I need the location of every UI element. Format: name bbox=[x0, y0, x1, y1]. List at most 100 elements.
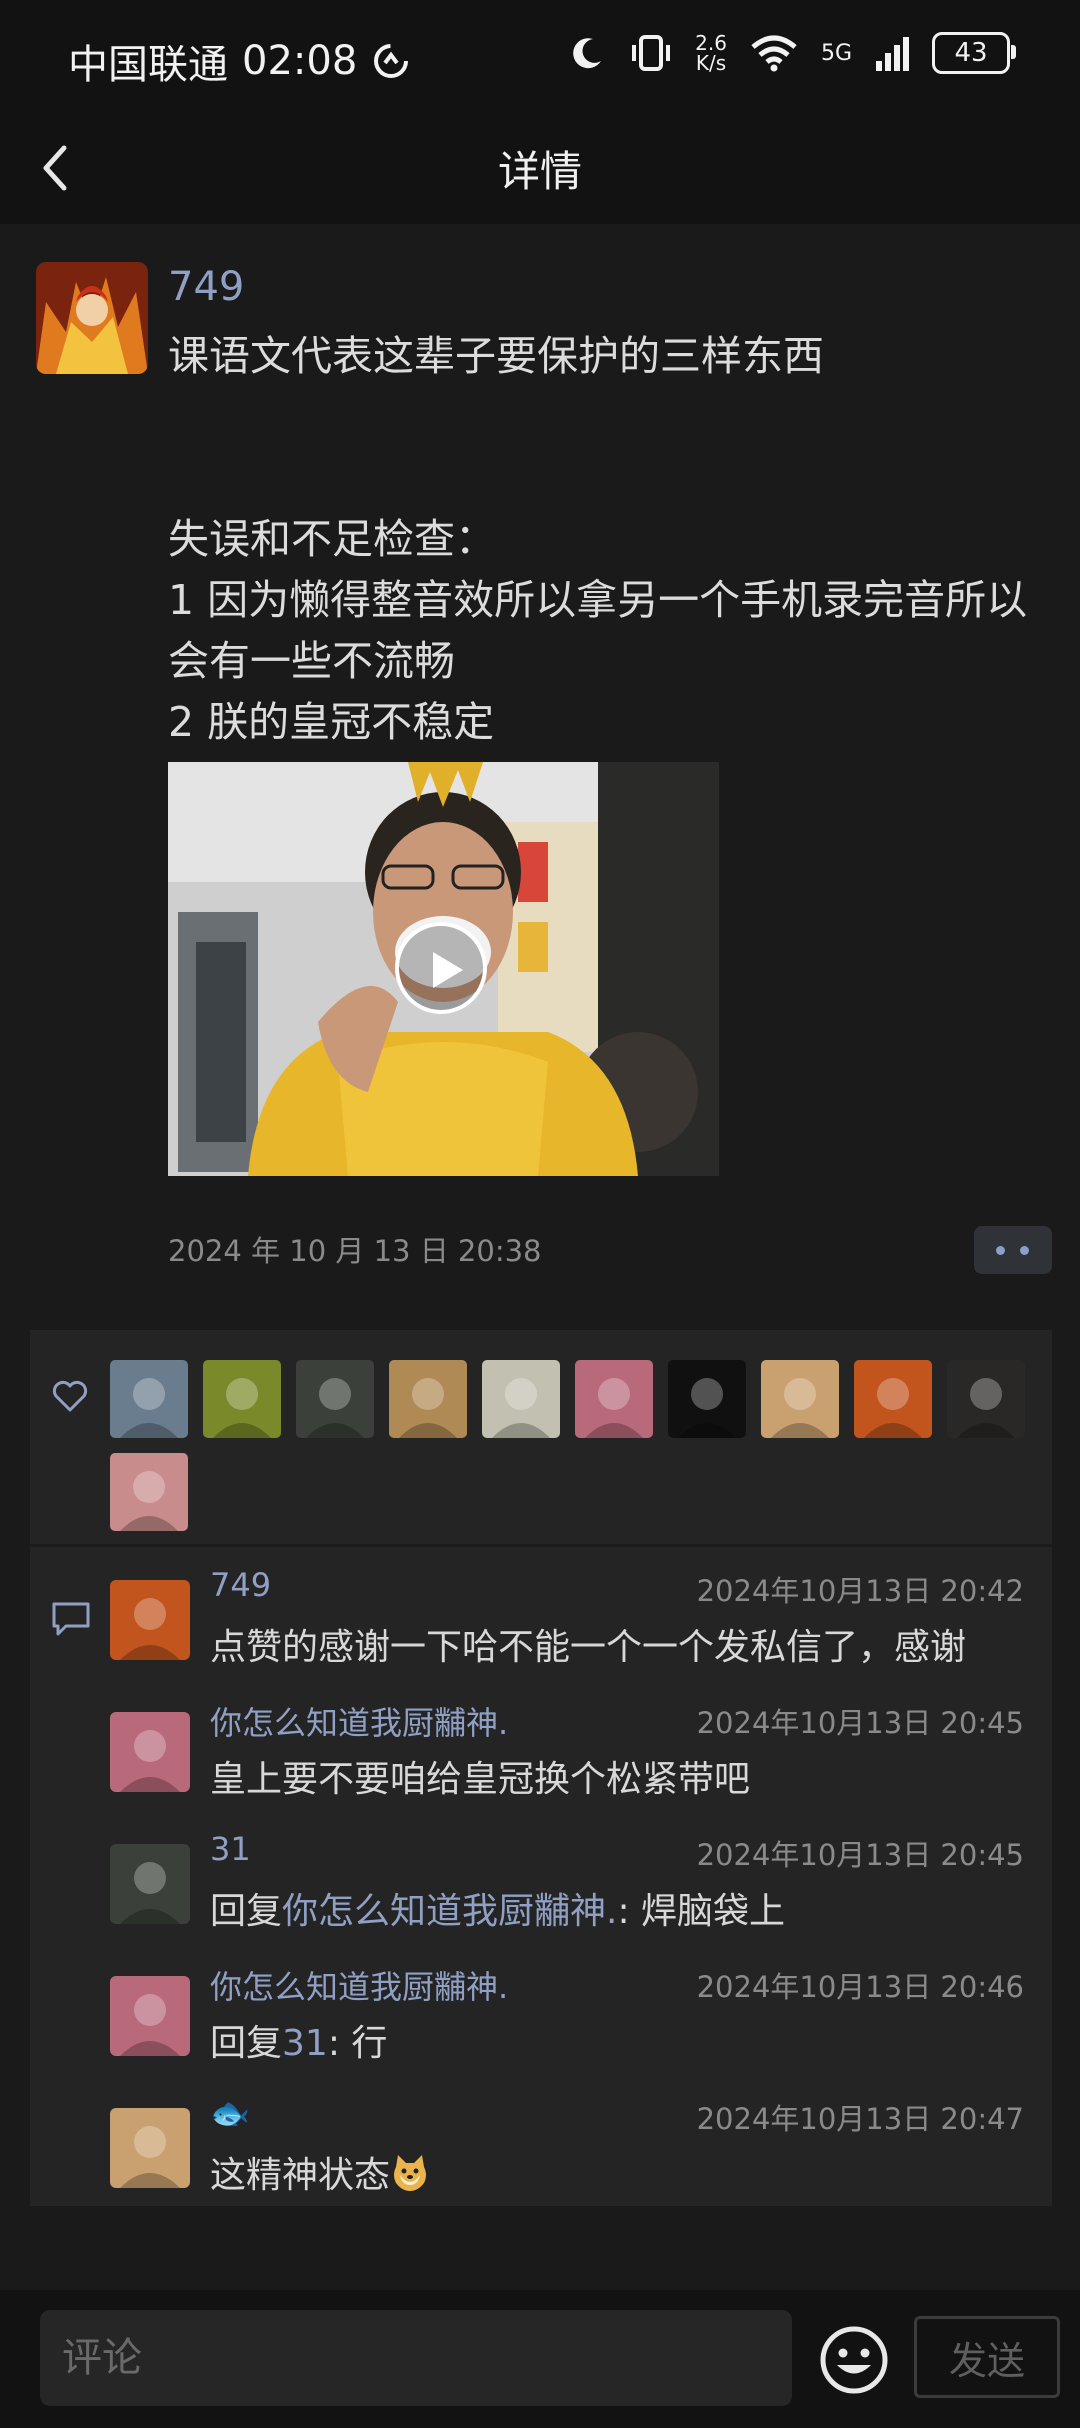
comment-text: 点赞的感谢一下哈不能一个一个发私信了，感谢 bbox=[210, 1618, 966, 1670]
status-bar: 中国联通 02:08 2.6 K/s 5G 43 bbox=[0, 0, 1080, 120]
liker-avatar[interactable] bbox=[110, 1453, 188, 1531]
video-thumbnail[interactable] bbox=[168, 762, 719, 1176]
cartoon-avatar bbox=[492, 1378, 550, 1438]
net-speed-value: 2.6 bbox=[695, 31, 727, 55]
net-speed: 2.6 K/s bbox=[695, 33, 727, 73]
panel-divider bbox=[30, 1544, 1052, 1547]
comment-item[interactable]: 你怎么知道我厨黼神. 2024年10月13日 20:45 皇上要不要咱给皇冠换个松紧… bbox=[110, 1698, 1030, 1818]
liker-avatar[interactable] bbox=[296, 1360, 374, 1438]
comment-bar: 发送 bbox=[0, 2290, 1080, 2428]
comment-time: 2024年10月13日 20:42 bbox=[696, 1574, 1024, 1608]
fur-avatar bbox=[306, 1378, 364, 1438]
commenter-avatar[interactable] bbox=[110, 1712, 190, 1792]
comment-input[interactable] bbox=[40, 2310, 792, 2406]
clock: 02:08 bbox=[242, 38, 358, 84]
comment-item[interactable]: 749 2024年10月13日 20:42 点赞的感谢一下哈不能一个一个发私信了，感… bbox=[110, 1566, 1030, 1686]
doge-emoji-icon bbox=[394, 2155, 427, 2191]
fur-avatar bbox=[120, 1862, 180, 1924]
play-icon bbox=[433, 952, 463, 988]
liker-avatar[interactable] bbox=[482, 1360, 560, 1438]
flower-avatar bbox=[120, 2126, 180, 2188]
reply-prefix: 回复 bbox=[210, 1891, 283, 1932]
net-speed-unit: K/s bbox=[695, 51, 727, 75]
comment-item[interactable]: 你怎么知道我厨黼神. 2024年10月13日 20:46 回复31: 行 bbox=[110, 1962, 1030, 2082]
heart-icon[interactable] bbox=[50, 1376, 90, 1416]
dot-icon bbox=[1020, 1246, 1029, 1255]
comment-time: 2024年10月13日 20:46 bbox=[696, 1970, 1024, 2004]
comment-body: : 行 bbox=[327, 2023, 388, 2064]
comment-time: 2024年10月13日 20:45 bbox=[696, 1838, 1024, 1872]
fire-warrior-avatar bbox=[120, 1598, 180, 1660]
status-left: 中国联通 02:08 bbox=[68, 32, 411, 90]
author-name[interactable]: 749 bbox=[168, 264, 244, 310]
send-button[interactable]: 发送 bbox=[914, 2316, 1060, 2398]
page-title: 详情 bbox=[497, 147, 582, 196]
fire-warrior-avatar bbox=[36, 262, 148, 374]
commenter-name[interactable]: 🐟 bbox=[210, 2094, 250, 2132]
liker-avatar[interactable] bbox=[203, 1360, 281, 1438]
liker-avatar[interactable] bbox=[110, 1360, 188, 1438]
commenter-name[interactable]: 你怎么知道我厨黼神. bbox=[210, 1698, 508, 1744]
likes-row bbox=[30, 1330, 1052, 1544]
commenter-name[interactable]: 31 bbox=[210, 1830, 251, 1868]
fire-warrior-avatar bbox=[864, 1378, 922, 1438]
comment-body: 点赞的感谢一下哈不能一个一个发私信了，感谢 bbox=[210, 1627, 967, 1668]
butterflies-avatar bbox=[213, 1378, 271, 1438]
anime-girl-avatar bbox=[120, 1730, 180, 1792]
reply-mention[interactable]: 31 bbox=[282, 2023, 328, 2064]
commenter-name[interactable]: 你怎么知道我厨黼神. bbox=[210, 1962, 508, 2008]
battery-level: 43 bbox=[954, 38, 988, 68]
network-type: 5G bbox=[820, 40, 852, 66]
interaction-panel: 749 2024年10月13日 20:42 点赞的感谢一下哈不能一个一个发私信了，感… bbox=[30, 1330, 1052, 2206]
wifi-icon bbox=[751, 35, 797, 72]
comment-time: 2024年10月13日 20:45 bbox=[696, 1706, 1024, 1740]
anime-boy-avatar bbox=[120, 1378, 178, 1438]
liker-avatar[interactable] bbox=[947, 1360, 1025, 1438]
dot-icon bbox=[996, 1246, 1005, 1255]
liker-avatar[interactable] bbox=[854, 1360, 932, 1438]
comment-body: 皇上要不要咱给皇冠换个松紧带吧 bbox=[210, 1759, 751, 1800]
comment-text: 这精神状态 bbox=[210, 2146, 430, 2198]
battery-indicator: 43 bbox=[932, 32, 1016, 74]
reply-prefix: 回复 bbox=[210, 2023, 283, 2064]
comment-body: 这精神状态 bbox=[210, 2155, 391, 2196]
flower-avatar bbox=[771, 1378, 829, 1438]
post-timestamp: 2024 年 10 月 13 日 20:38 bbox=[168, 1234, 542, 1268]
anime-girl-avatar bbox=[585, 1378, 643, 1438]
dark-avatar bbox=[678, 1378, 736, 1438]
status-right: 2.6 K/s 5G 43 bbox=[567, 32, 1016, 74]
emoji-icon[interactable] bbox=[818, 2324, 890, 2396]
commenter-name[interactable]: 749 bbox=[210, 1566, 271, 1604]
app-header: 详情 bbox=[0, 120, 1080, 224]
commenter-avatar[interactable] bbox=[110, 2108, 190, 2188]
signal-icon bbox=[876, 37, 909, 71]
commenter-avatar[interactable] bbox=[110, 1580, 190, 1660]
liker-avatar[interactable] bbox=[761, 1360, 839, 1438]
liker-avatar[interactable] bbox=[389, 1360, 467, 1438]
post-body: 课语文代表这辈子要保护的三样东西 失误和不足检查： 1 因为懒得整音效所以拿另一… bbox=[168, 332, 1028, 746]
long-hair-avatar bbox=[957, 1378, 1015, 1438]
comment-item[interactable]: 🐟 2024年10月13日 20:47 这精神状态 bbox=[110, 2094, 1030, 2214]
dog-avatar bbox=[399, 1378, 457, 1438]
comment-item[interactable]: 31 2024年10月13日 20:45 回复你怎么知道我厨黼神.: 焊脑袋上 bbox=[110, 1830, 1030, 1950]
comment-text: 回复你怎么知道我厨黼神.: 焊脑袋上 bbox=[210, 1882, 785, 1934]
liker-avatar[interactable] bbox=[668, 1360, 746, 1438]
comment-text: 皇上要不要咱给皇冠换个松紧带吧 bbox=[210, 1750, 750, 1802]
reply-mention[interactable]: 你怎么知道我厨黼神. bbox=[282, 1891, 617, 1932]
play-button[interactable] bbox=[395, 922, 487, 1014]
vibrate-icon bbox=[632, 35, 671, 71]
painting-avatar bbox=[120, 1471, 178, 1531]
moon-icon bbox=[573, 38, 602, 69]
carrier-label: 中国联通 bbox=[68, 42, 228, 88]
anime-girl-avatar bbox=[120, 1994, 180, 2056]
commenter-avatar[interactable] bbox=[110, 1844, 190, 1924]
more-options-button[interactable] bbox=[974, 1226, 1052, 1274]
author-avatar[interactable] bbox=[36, 262, 148, 374]
data-saver-icon bbox=[374, 44, 409, 78]
liker-avatar[interactable] bbox=[575, 1360, 653, 1438]
comment-icon bbox=[52, 1602, 90, 1636]
comment-body: : 焊脑袋上 bbox=[617, 1891, 786, 1932]
comment-text: 回复31: 行 bbox=[210, 2014, 387, 2066]
comment-time: 2024年10月13日 20:47 bbox=[696, 2102, 1024, 2136]
commenter-avatar[interactable] bbox=[110, 1976, 190, 2056]
